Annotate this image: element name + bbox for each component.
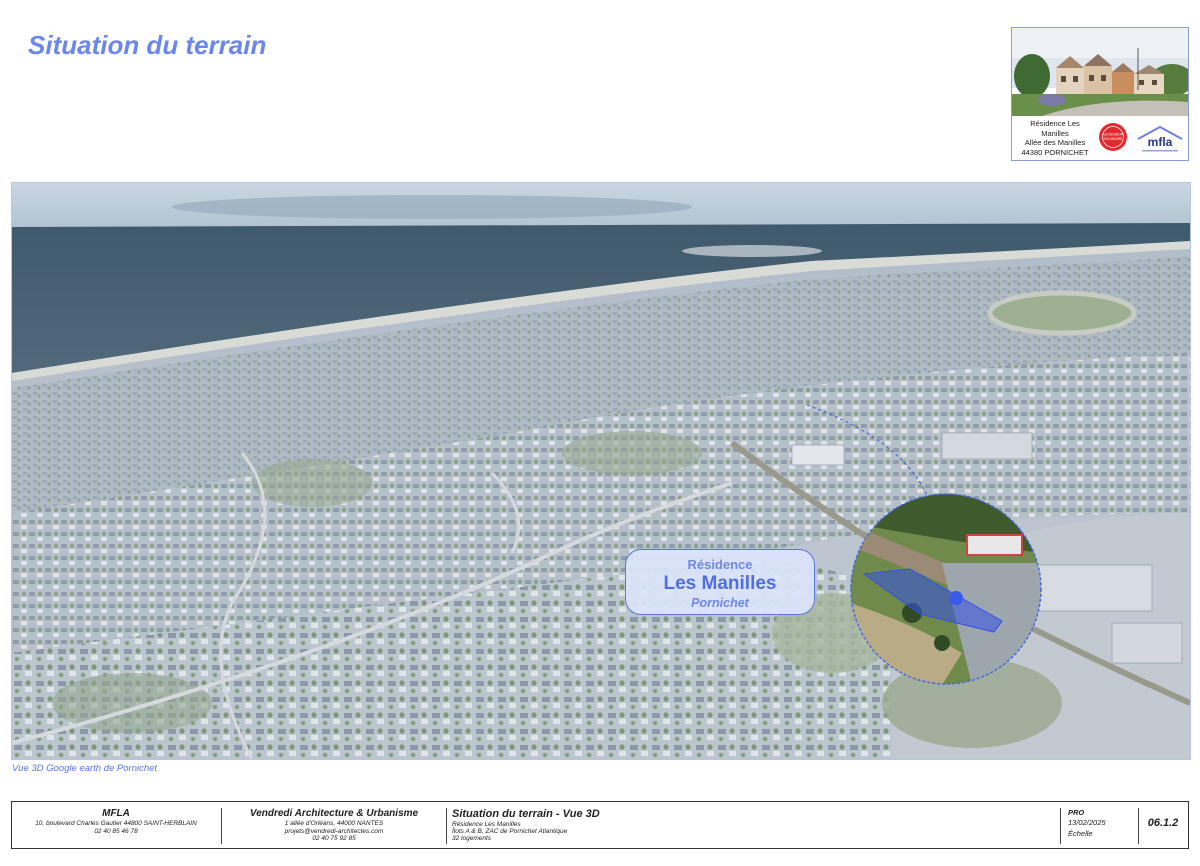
architect-name: Vendredi Architecture & Urbanisme [249,808,419,819]
architect-block: Vendredi Architecture & Urbanisme 1 allé… [224,808,444,843]
project-card: Résidence Les Manilles Allée des Manille… [1011,27,1189,161]
address-line: 44380 PORNICHET [1021,147,1089,157]
address-line: Résidence Les [1030,119,1080,128]
title-block: MFLA 10, boulevard Charles Gautier 44800… [11,801,1189,849]
callout-line-2: Les Manilles [663,573,777,594]
svg-text:ACCESSION: ACCESSION [1102,133,1124,137]
architect-email: projets@vendredi-architectes.com [284,827,384,835]
aerial-photo [12,183,1190,759]
sheet-date: 13/02/2025 [1068,818,1106,827]
sheet-line: Îlots A & B, ZAC de Pornichet Atlantique [452,828,568,836]
site-label-callout: Résidence Les Manilles Pornichet [625,549,815,615]
image-caption: Vue 3D Google earth de Pornichet [12,763,158,774]
sheet-number: 06.1.2 [1147,817,1179,829]
client-address: 10, boulevard Charles Gautier 44800 SAIN… [35,820,197,827]
client-block: MFLA 10, boulevard Charles Gautier 44800… [12,808,220,835]
residence-photo [1012,28,1188,116]
phase-block: PRO 13/02/2025 Échelle [1068,808,1138,839]
svg-text:SOLIDAIRE: SOLIDAIRE [1103,137,1123,141]
svg-text:mfla: mfla [1148,135,1173,149]
client-name: MFLA [102,808,130,819]
sheet-title: Situation du terrain - Vue 3D [452,808,600,820]
scale-label: Échelle [1068,829,1093,838]
mfla-logo: mfla [1137,125,1183,152]
architect-phone: 02 40 75 92 85 [312,835,356,843]
client-phone: 02 40 85 46 78 [94,827,138,835]
callout-line-1: Résidence [687,557,753,572]
aerial-view: Résidence Les Manilles Pornichet [11,182,1191,760]
accession-solidaire-seal: ACCESSION SOLIDAIRE [1099,123,1127,151]
address-line: Manilles [1041,128,1069,138]
address-line: Allée des Manilles [1024,138,1086,147]
phase-label: PRO [1068,808,1085,817]
divider [221,808,222,844]
divider [1138,808,1139,844]
page-title: Situation du terrain [28,30,267,60]
divider [446,808,447,844]
project-address: Résidence Les Manilles Allée des Manille… [1014,119,1096,157]
architect-address: 1 allée d'Orléans, 44000 NANTES [284,820,384,827]
sheet-block: Situation du terrain - Vue 3D Résidence … [452,808,1012,843]
divider [1060,808,1061,844]
sheet-line: 32 logements [452,835,492,843]
callout-line-3: Pornichet [691,596,749,610]
